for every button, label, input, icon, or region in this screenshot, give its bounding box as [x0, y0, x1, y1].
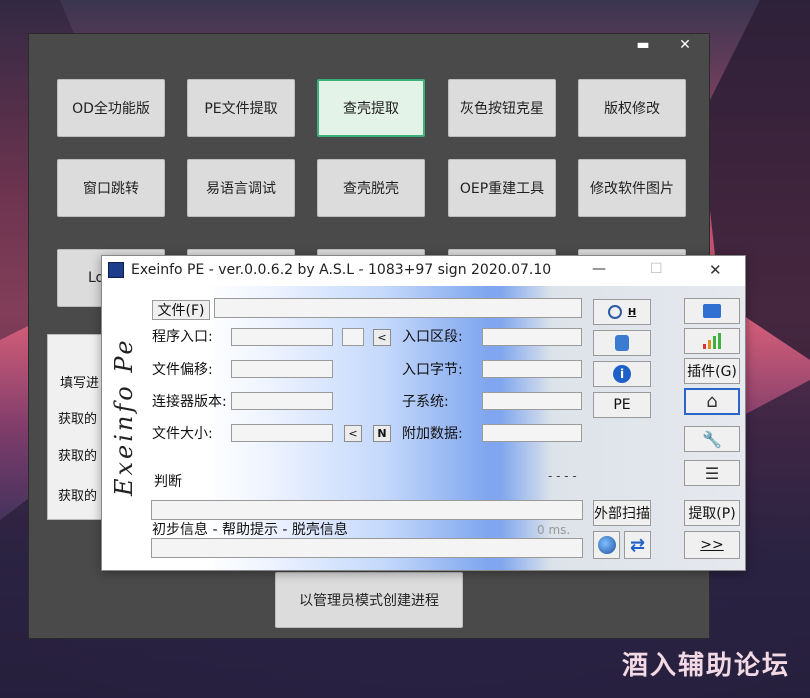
refresh-button[interactable]: ⇄	[624, 531, 651, 559]
panel-label-get-2: 获取的	[58, 449, 98, 464]
copyright-edit-button[interactable]: 版权修改	[578, 79, 686, 137]
info-icon: i	[613, 365, 631, 383]
extract-button[interactable]: 提取(P)	[684, 500, 740, 526]
n-button[interactable]: N	[373, 425, 391, 442]
db-button[interactable]	[593, 330, 651, 356]
stats-button[interactable]	[684, 328, 740, 354]
panel-label-get-3: 获取的	[58, 489, 98, 504]
bar-chart-icon	[703, 333, 721, 349]
plugins-button[interactable]: 插件(G)	[684, 358, 740, 384]
file-offset-label: 文件偏移:	[152, 362, 213, 378]
maximize-button[interactable]: ☐	[650, 261, 663, 277]
entry-section-label: 入口区段:	[402, 329, 463, 345]
entry-small-field[interactable]	[342, 328, 364, 346]
shell-check-extract-button[interactable]: 查壳提取	[317, 79, 425, 137]
overlay-label: 附加数据:	[402, 426, 463, 442]
window-jump-button[interactable]: 窗口跳转	[57, 159, 165, 217]
pe-extract-button[interactable]: PE文件提取	[187, 79, 295, 137]
elang-debug-button[interactable]: 易语言调试	[187, 159, 295, 217]
exeinfo-window: Exeinfo PE - ver.0.0.6.2 by A.S.L - 1083…	[101, 255, 746, 571]
exeinfo-titlebar: Exeinfo PE - ver.0.0.6.2 by A.S.L - 1083…	[102, 256, 745, 286]
od-full-button[interactable]: OD全功能版	[57, 79, 165, 137]
entry-bytes-field[interactable]	[482, 360, 582, 378]
database-icon	[615, 335, 629, 351]
judge-label: 判断	[154, 474, 182, 490]
admin-process-button[interactable]: 以管理员模式创建进程	[275, 572, 463, 628]
detection-result-field[interactable]	[151, 500, 583, 520]
minimize-button[interactable]: —	[592, 261, 606, 277]
entry-section-field[interactable]	[482, 328, 582, 346]
subsystem-field[interactable]	[482, 392, 582, 410]
wrench-icon: 🔧	[702, 429, 722, 449]
globe-icon	[597, 536, 616, 554]
home-button[interactable]: ⌂	[684, 388, 740, 415]
menu-icon: ☰	[704, 463, 720, 483]
info-line-label: 初步信息 - 帮助提示 - 脱壳信息	[152, 522, 348, 538]
file-size-field[interactable]	[231, 424, 333, 442]
panel-label-fill: 填写进	[60, 376, 100, 391]
web-button[interactable]	[593, 531, 620, 559]
shell-check-unpack-button[interactable]: 查壳脱壳	[317, 159, 425, 217]
menu-button[interactable]: ☰	[684, 460, 740, 486]
entry-bytes-label: 入口字节:	[402, 362, 463, 378]
info-button[interactable]: i	[593, 361, 651, 387]
minimize-button[interactable]: ▬	[629, 34, 657, 58]
search-icon	[607, 305, 622, 319]
prev-size-button[interactable]: <	[344, 425, 362, 442]
file-button[interactable]: 文件(F)	[152, 300, 210, 320]
modify-image-button[interactable]: 修改软件图片	[578, 159, 686, 217]
scan-time-text: 0 ms.	[537, 523, 571, 537]
external-scan-button[interactable]: 外部扫描	[593, 500, 651, 526]
prev-button[interactable]: <	[373, 329, 391, 346]
file-offset-field[interactable]	[231, 360, 333, 378]
subsystem-label: 子系统:	[402, 394, 449, 410]
panel-label-get-1: 获取的	[58, 412, 98, 427]
file-path-field[interactable]	[214, 298, 582, 318]
pe-button[interactable]: PE	[593, 392, 651, 418]
linker-version-label: 连接器版本:	[152, 394, 227, 410]
linker-version-field[interactable]	[231, 392, 333, 410]
folder-icon	[703, 304, 721, 318]
close-button[interactable]: ✕	[709, 261, 722, 279]
forum-watermark: 酒入辅助论坛	[621, 651, 790, 681]
open-folder-button[interactable]	[684, 298, 740, 324]
close-button[interactable]: ✕	[671, 34, 699, 58]
home-icon: ⌂	[706, 391, 718, 412]
info-field[interactable]	[151, 538, 583, 558]
entry-point-field[interactable]	[231, 328, 333, 346]
overlay-field[interactable]	[482, 424, 582, 442]
side-logo: Exeinfo Pe	[110, 337, 138, 496]
refresh-icon: ⇄	[629, 534, 646, 556]
entry-point-label: 程序入口:	[152, 329, 213, 345]
next-button[interactable]: >>	[684, 531, 740, 559]
search-h-button[interactable]: H	[593, 299, 651, 325]
app-icon	[108, 262, 124, 278]
window-title: Exeinfo PE - ver.0.0.6.2 by A.S.L - 1083…	[131, 262, 552, 278]
oep-rebuild-button[interactable]: OEP重建工具	[448, 159, 556, 217]
tools-button[interactable]: 🔧	[684, 426, 740, 452]
dashes-text: - - - -	[548, 469, 577, 483]
exeinfo-body: Exeinfo Pe 文件(F) 程序入口: < 入口区段: 文件偏移: 入口字…	[102, 286, 745, 570]
gray-button-crack-button[interactable]: 灰色按钮克星	[448, 79, 556, 137]
file-size-label: 文件大小:	[152, 426, 213, 442]
